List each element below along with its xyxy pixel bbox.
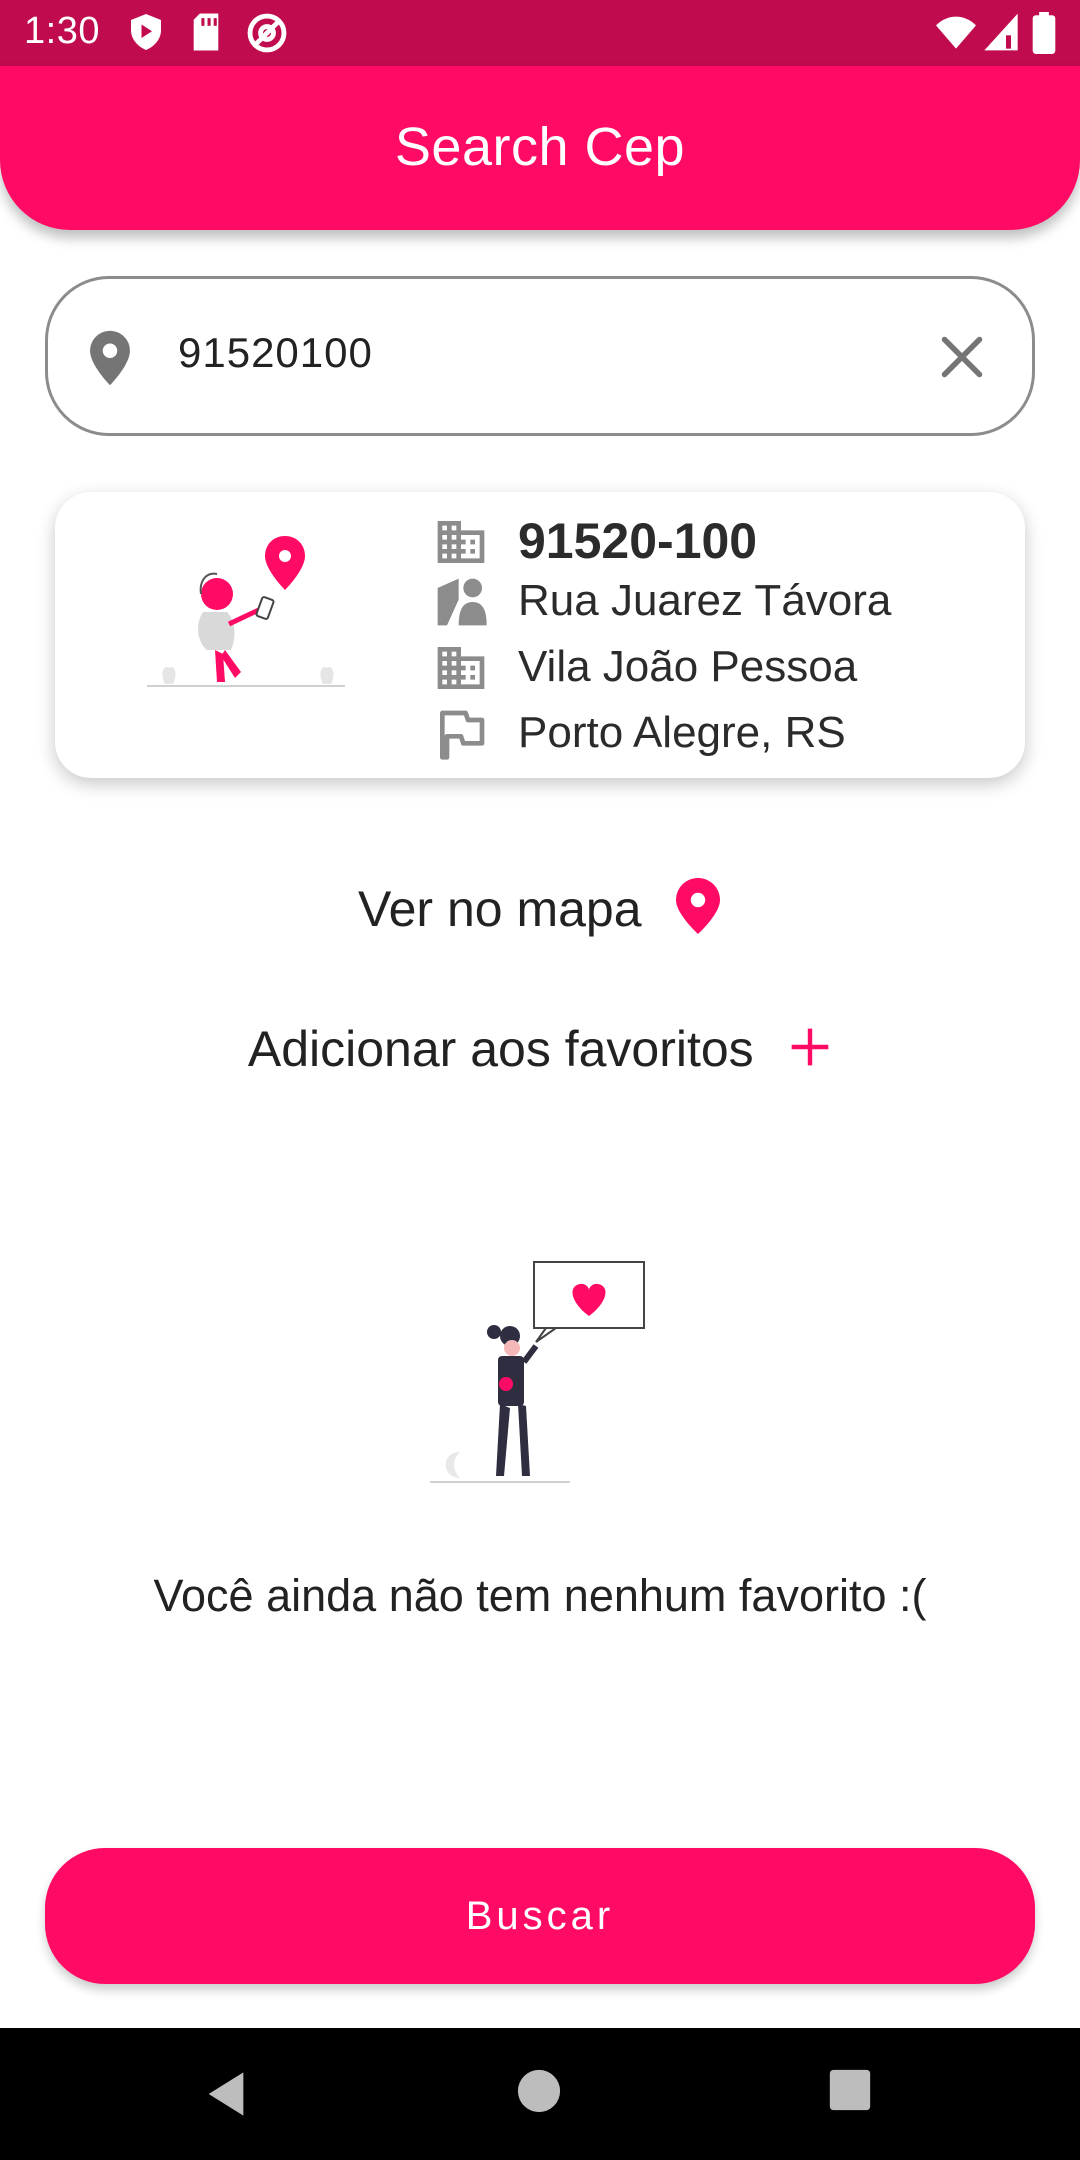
home-icon[interactable]: [516, 2068, 562, 2119]
app-title: Search Cep: [394, 117, 686, 177]
empty-favorites-message: Você ainda não tem nenhum favorito :(: [153, 1570, 927, 1621]
neighborhood-value: Vila João Pessoa: [518, 642, 858, 691]
view-on-map-label: Ver no mapa: [358, 880, 642, 937]
building-icon: [433, 514, 489, 575]
battery-icon: [1032, 12, 1056, 59]
recents-icon[interactable]: [828, 2068, 872, 2117]
status-time: 1:30: [24, 10, 100, 52]
flag-icon: [433, 706, 489, 767]
add-to-favorites-label: Adicionar aos favoritos: [247, 1021, 754, 1077]
cep-value: 91520-100: [518, 513, 758, 569]
back-icon[interactable]: [200, 2068, 252, 2125]
sd-card-icon: [190, 12, 222, 57]
search-button[interactable]: Buscar: [45, 1848, 1035, 1984]
building-icon: [433, 640, 489, 701]
status-bar: 1:30: [0, 0, 1080, 66]
cep-search-input[interactable]: [178, 329, 878, 377]
result-card: 91520-100 Rua Juarez Távora Vila João Pe…: [55, 492, 1025, 778]
close-icon[interactable]: [932, 327, 992, 387]
shield-icon: [128, 12, 164, 57]
city-state-value: Porto Alegre, RS: [518, 708, 846, 757]
add-to-favorites-link[interactable]: Adicionar aos favoritos: [0, 1020, 1080, 1090]
cep-search-field[interactable]: [45, 276, 1035, 436]
person-with-map-pin-illustration: [145, 532, 345, 707]
empty-favorites-illustration: [430, 1256, 650, 1491]
signal-icon: [982, 12, 1020, 57]
view-on-map-link[interactable]: Ver no mapa: [0, 876, 1080, 946]
map-person-icon: [433, 574, 489, 635]
location-pin-icon: [88, 329, 132, 392]
app-bar: Search Cep: [0, 66, 1080, 230]
plus-icon: [788, 1025, 832, 1074]
location-pin-icon: [674, 876, 722, 941]
at-icon: [246, 12, 288, 59]
navigation-bar: [0, 2028, 1080, 2160]
wifi-icon: [934, 12, 978, 57]
street-value: Rua Juarez Távora: [518, 576, 892, 625]
